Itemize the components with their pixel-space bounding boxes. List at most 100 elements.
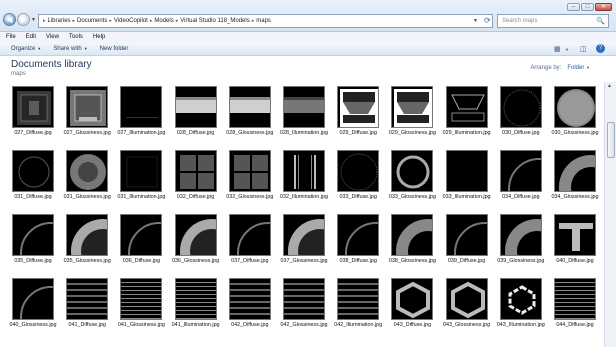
file-item[interactable]: 040_Glossiness.jpg (6, 276, 60, 338)
file-item[interactable]: 043_Diffuse.jpg (385, 276, 439, 338)
file-item[interactable]: 038_Glossiness.jpg (385, 212, 439, 274)
address-dropdown-icon[interactable]: ▼ (473, 18, 478, 24)
organize-button[interactable]: Organize ▼ (11, 46, 41, 52)
file-item[interactable]: 033_Illumination.jpg (440, 148, 494, 210)
close-button[interactable]: ✕ (595, 3, 612, 11)
file-thumbnail (554, 150, 596, 192)
file-item[interactable]: 039_Glossiness.jpg (494, 212, 548, 274)
file-item[interactable]: 035_Diffuse.jpg (6, 212, 60, 274)
arrange-by-dropdown[interactable]: Folder ▼ (567, 65, 590, 71)
help-icon[interactable]: ? (596, 44, 605, 53)
file-item[interactable]: 041_Diffuse.jpg (60, 276, 114, 338)
menu-file[interactable]: File (6, 34, 16, 40)
file-item[interactable]: 032_Diffuse.jpg (169, 148, 223, 210)
file-item[interactable]: 030_Diffuse.jpg (494, 84, 548, 146)
breadcrumb-maps[interactable]: maps (256, 18, 271, 24)
refresh-icon[interactable]: ⟳ (482, 15, 493, 27)
file-item[interactable]: 031_Illumination.jpg (114, 148, 168, 210)
file-item[interactable]: 028_Diffuse.jpg (169, 84, 223, 146)
file-item[interactable]: 041_Illumination.jpg (169, 276, 223, 338)
file-item[interactable]: 042_Glossiness.jpg (277, 276, 331, 338)
file-item[interactable]: 039_Diffuse.jpg (440, 212, 494, 274)
breadcrumb-documents[interactable]: Documents (77, 18, 107, 24)
file-item[interactable]: 029_Glossiness.jpg (385, 84, 439, 146)
file-name: 035_Glossiness.jpg (63, 258, 111, 264)
file-item[interactable]: 044_Diffuse.jpg (548, 276, 602, 338)
scrollbar-thumb[interactable] (607, 122, 615, 158)
share-with-button[interactable]: Share with ▼ (53, 46, 87, 52)
file-thumbnail (66, 86, 109, 128)
file-thumbnail (174, 278, 217, 320)
preview-pane-icon[interactable]: ◫ (580, 45, 587, 53)
file-item[interactable]: 033_Diffuse.jpg (331, 148, 385, 210)
file-item[interactable]: 029_Diffuse.jpg (331, 84, 385, 146)
file-item[interactable]: 042_Illumination.jpg (331, 276, 385, 338)
back-button[interactable]: ◀ (3, 13, 16, 26)
file-grid: 027_Diffuse.jpg 027_Glossiness.jpg 027_Ill… (6, 84, 602, 347)
file-item[interactable]: 041_Glossiness.jpg (114, 276, 168, 338)
menu-bar: File Edit View Tools Help (0, 32, 616, 42)
file-item[interactable]: 027_Illumination.jpg (114, 84, 168, 146)
file-item[interactable]: 028_Illumination.jpg (277, 84, 331, 146)
view-dropdown-icon[interactable]: ▼ (565, 47, 569, 52)
file-name: 029_Illumination.jpg (442, 130, 491, 136)
change-view-icon[interactable]: ▦ (554, 45, 561, 53)
file-item[interactable]: 027_Glossiness.jpg (60, 84, 114, 146)
file-thumbnail (391, 214, 434, 256)
file-name: 029_Diffuse.jpg (339, 130, 377, 136)
arrange-by: Arrange by: Folder ▼ (530, 65, 590, 71)
title-bar: ◀ ▶ ▼ ▸ Libraries ▸ Documents ▸ VideoCop… (0, 0, 616, 32)
file-item[interactable]: 028_Glossiness.jpg (223, 84, 277, 146)
file-item[interactable]: 034_Glossiness.jpg (548, 148, 602, 210)
menu-edit[interactable]: Edit (26, 34, 36, 40)
search-input[interactable]: Search maps 🔍 (497, 14, 609, 28)
file-item[interactable]: 036_Diffuse.jpg (114, 212, 168, 274)
file-item[interactable]: 034_Diffuse.jpg (494, 148, 548, 210)
file-item[interactable]: 043_Glossiness.jpg (440, 276, 494, 338)
arrange-by-value: Folder (567, 65, 585, 71)
file-thumbnail (445, 214, 488, 256)
file-item[interactable]: 031_Glossiness.jpg (60, 148, 114, 210)
file-name: 042_Diffuse.jpg (231, 322, 269, 328)
file-item[interactable]: 035_Glossiness.jpg (60, 212, 114, 274)
new-folder-button[interactable]: New folder (100, 46, 129, 52)
recent-pages-dropdown-icon[interactable]: ▼ (31, 17, 36, 23)
file-item[interactable]: 033_Glossiness.jpg (385, 148, 439, 210)
address-bar[interactable]: ▸ Libraries ▸ Documents ▸ VideoCopilot ▸… (38, 14, 493, 28)
breadcrumb-separator-icon: ▸ (251, 18, 255, 24)
file-item[interactable]: 037_Diffuse.jpg (223, 212, 277, 274)
file-item[interactable]: 036_Glossiness.jpg (169, 212, 223, 274)
breadcrumb-videocopilot[interactable]: VideoCopilot (114, 18, 148, 24)
file-item[interactable]: 038_Diffuse.jpg (331, 212, 385, 274)
breadcrumb-virtual-studio[interactable]: Virtual Studio 118_Models (180, 18, 250, 24)
file-item[interactable]: 027_Diffuse.jpg (6, 84, 60, 146)
file-thumbnail (554, 86, 596, 128)
vertical-scrollbar[interactable]: ▲ (604, 82, 616, 347)
file-thumbnail (228, 214, 271, 256)
file-item[interactable]: 037_Glossiness.jpg (277, 212, 331, 274)
file-item[interactable]: 030_Glossiness.jpg (548, 84, 602, 146)
breadcrumb-separator-icon: ▸ (149, 18, 153, 24)
menu-tools[interactable]: Tools (69, 34, 83, 40)
breadcrumb-models[interactable]: Models (154, 18, 173, 24)
file-thumbnail (66, 278, 109, 320)
menu-view[interactable]: View (46, 34, 59, 40)
maximize-button[interactable]: □ (581, 3, 594, 11)
file-thumbnail (445, 278, 488, 320)
scroll-up-icon[interactable]: ▲ (607, 83, 612, 89)
forward-button[interactable]: ▶ (17, 13, 30, 26)
file-item[interactable]: 040_Diffuse.jpg (548, 212, 602, 274)
file-item[interactable]: 032_Illumination.jpg (277, 148, 331, 210)
file-thumbnail (499, 86, 542, 128)
file-name: 029_Glossiness.jpg (388, 130, 436, 136)
minimize-button[interactable]: ‒ (567, 3, 580, 11)
file-item[interactable]: 043_Illumination.jpg (494, 276, 548, 338)
file-item[interactable]: 029_Illumination.jpg (440, 84, 494, 146)
library-subtitle: maps (11, 71, 26, 77)
menu-help[interactable]: Help (93, 34, 105, 40)
file-item[interactable]: 032_Glossiness.jpg (223, 148, 277, 210)
breadcrumb-libraries[interactable]: Libraries (48, 18, 71, 24)
file-item[interactable]: 031_Diffuse.jpg (6, 148, 60, 210)
file-item[interactable]: 042_Diffuse.jpg (223, 276, 277, 338)
search-icon[interactable]: 🔍 (596, 16, 605, 28)
